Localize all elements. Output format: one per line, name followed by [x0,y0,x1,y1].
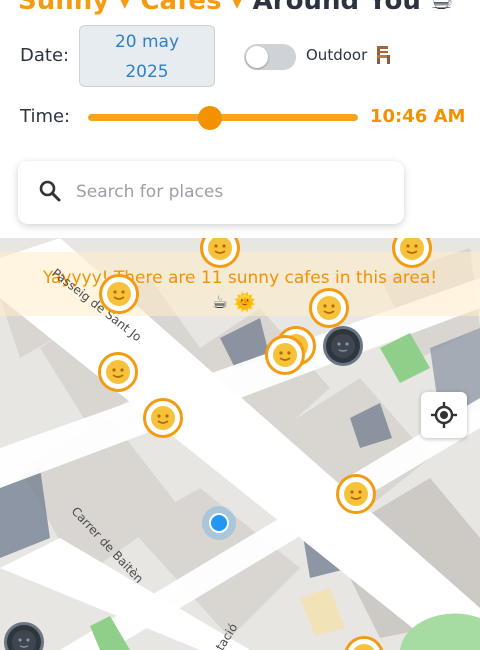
date-value-line2: 2025 [125,62,169,82]
sunny-cafe-pin[interactable] [99,274,139,314]
sun-face-icon [400,238,424,260]
map-view[interactable]: Yayyyy! There are 11 sunny cafes in this… [0,238,480,650]
toggle-knob [246,46,268,68]
banner-icons: ☕ 🌞 [212,292,257,313]
sunny-cafe-pin[interactable] [98,352,138,392]
slider-track [88,114,358,121]
chair-icon [377,46,390,64]
sunny-cafe-pin[interactable] [200,238,240,268]
date-label: Date: [20,45,70,66]
sun-face-icon [106,360,130,384]
sunny-cafe-pin[interactable] [265,335,305,375]
search-box[interactable] [18,161,404,224]
outdoor-toggle[interactable] [244,44,296,70]
sun-face-icon [208,238,232,260]
sunny-cafe-pin[interactable] [392,238,432,268]
new-moon-face-icon [331,334,355,358]
title-cafes: Cafes [140,0,222,16]
time-slider[interactable] [88,106,358,130]
search-input[interactable] [76,175,386,209]
sunny-cafe-pin[interactable] [143,398,183,438]
sunny-cafe-pin[interactable] [336,474,376,514]
date-picker-button[interactable]: 20 may 2025 [79,25,215,87]
sun-face-icon [151,406,175,430]
app-title: Sunny ▾ Cafes ▾ Around You ☕ [18,0,453,16]
locate-me-button[interactable] [421,392,467,438]
title-sunny: Sunny [18,0,110,16]
slider-thumb[interactable] [197,106,222,130]
shady-cafe-pin[interactable] [4,622,44,650]
time-value: 10:46 AM [370,106,466,127]
new-moon-face-icon [12,630,36,650]
sun-face-icon [107,282,131,306]
sun-face-icon [353,644,375,650]
chevron-down-icon[interactable]: ▾ [118,0,131,16]
date-value-line1: 20 may [114,32,180,52]
time-label: Time: [20,106,71,127]
title-around-you: Around You [252,0,421,16]
sun-face-icon [317,296,341,320]
locate-icon [431,402,457,428]
sunny-cafe-pin[interactable] [309,288,349,328]
sun-face-icon [344,482,368,506]
user-location-dot [209,513,229,533]
sun-face-icon [273,343,297,367]
shady-cafe-pin[interactable] [323,326,363,366]
chevron-down-icon[interactable]: ▾ [231,0,244,16]
search-icon [39,180,61,202]
outdoor-label: Outdoor [306,46,368,64]
user-location-marker [202,506,236,540]
coffee-icon: ☕ [430,0,454,16]
